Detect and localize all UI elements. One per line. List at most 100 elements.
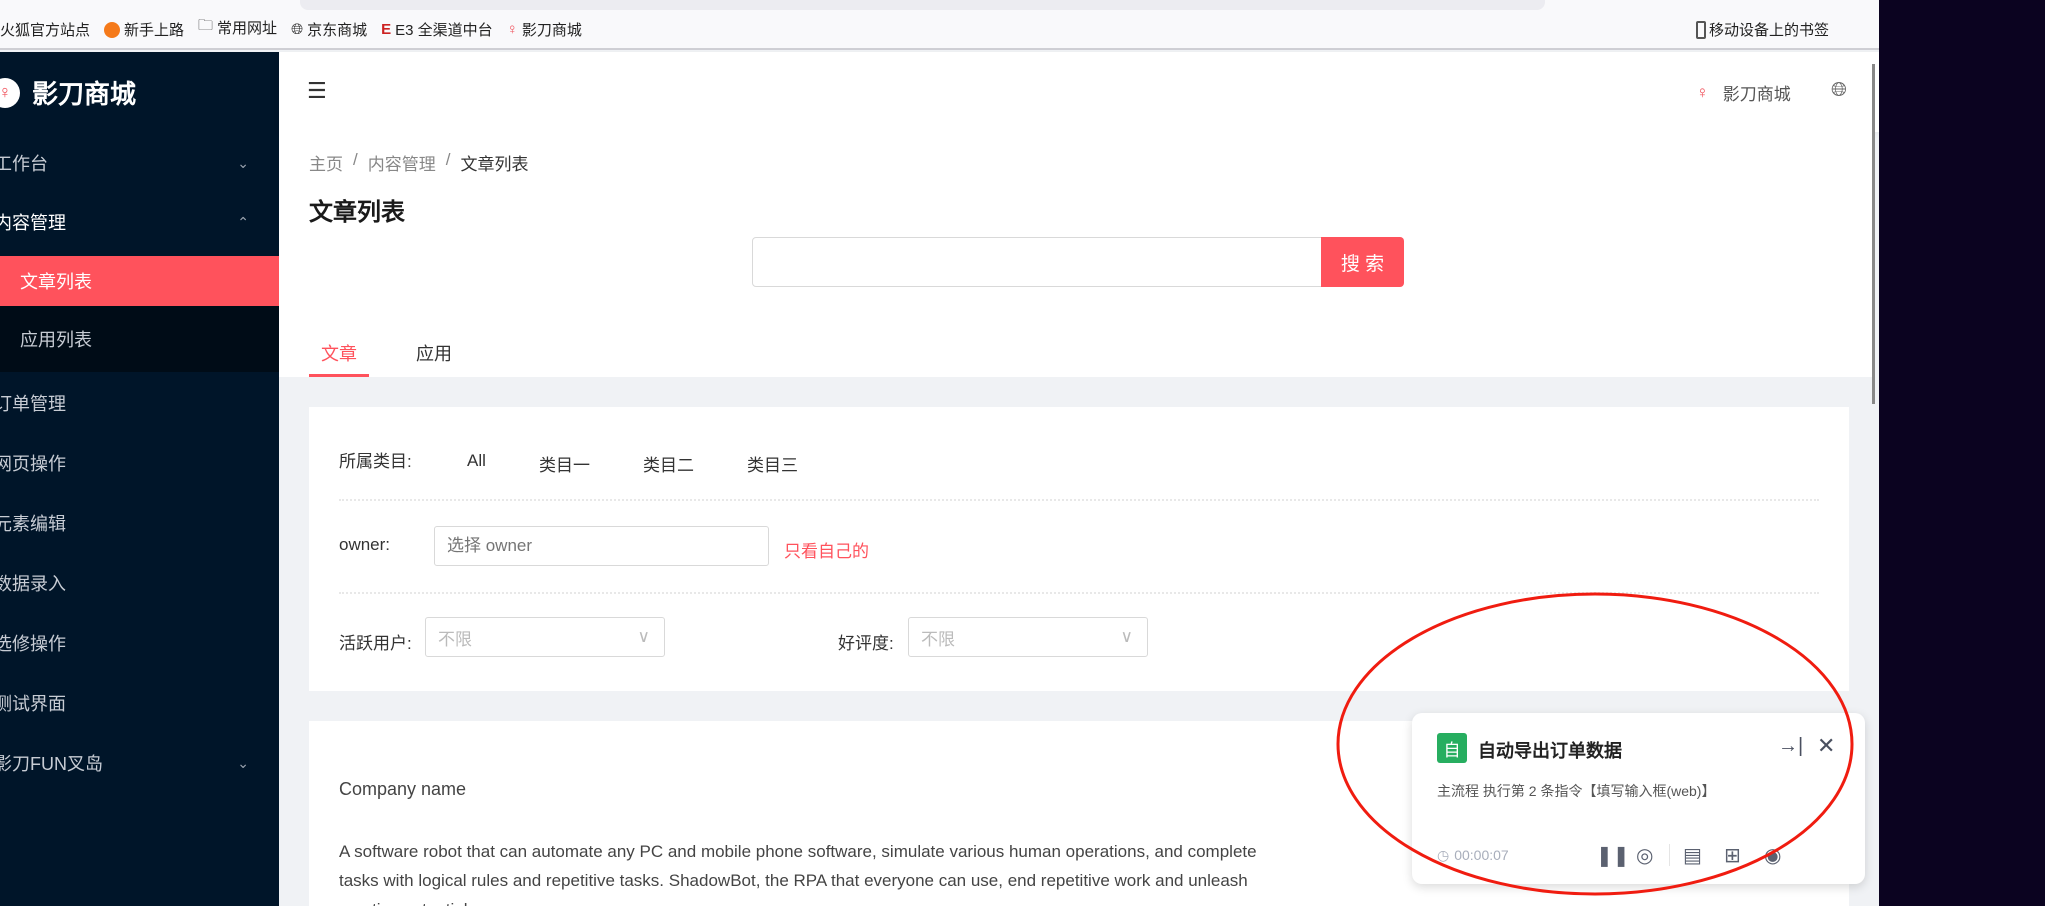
scrollbar[interactable] [1872, 64, 1875, 404]
breadcrumb-content[interactable]: 内容管理 [368, 150, 436, 175]
search-button[interactable]: 搜 索 [1321, 237, 1404, 287]
nav-label: 订单管理 [0, 394, 66, 414]
divider [1669, 844, 1670, 866]
nav-label: 选修操作 [0, 634, 66, 654]
category-label: 所属类目: [339, 452, 412, 471]
sidebar-item-app-list[interactable]: 应用列表 [0, 306, 279, 372]
bookmark[interactable]: ♀ 影刀商城 [507, 19, 582, 40]
nav-label: 文章列表 [20, 272, 92, 292]
page-title: 文章列表 [309, 199, 405, 226]
sidebar: ♀ 影刀商城 工作台 ⌄ 内容管理 ⌃ 文章列表 应用列表 订单管理 网页操作 元素编… [0, 52, 279, 906]
top-header: ☰ ♀ 影刀商城 🌐︎ [279, 52, 1879, 132]
bookmark-label: 新手上路 [124, 22, 185, 39]
page-header: 主页 / 内容管理 / 文章列表 文章列表 搜 索 文章 应用 [279, 132, 1874, 377]
rpa-run-panel: 自 自动导出订单数据 →| ✕ 主流程 执行第 2 条指令【填写输入框(web)… [1412, 713, 1865, 884]
bookmark[interactable]: 新手上路 [104, 19, 184, 40]
rating-select[interactable]: 不限 ∨ [908, 617, 1148, 657]
bookmark-label: E3 全渠道中台 [395, 22, 493, 39]
bookmark-label: 影刀商城 [521, 22, 582, 39]
mobile-bookmarks[interactable]: 移动设备上的书签 [1695, 19, 1829, 40]
header-brand-label: 影刀商城 [1722, 85, 1791, 104]
select-value: 不限 [921, 629, 955, 649]
nav-label: 影刀FUN叉岛 [0, 754, 103, 774]
divider [339, 499, 1819, 501]
globe-icon: 🌐︎ [291, 21, 304, 38]
company-name: Company name [339, 779, 467, 799]
bookmark[interactable]: 🗀 常用网址 [198, 15, 277, 40]
sidebar-item-web-ops[interactable]: 网页操作 [0, 448, 273, 478]
log-icon[interactable]: ▤ [1683, 843, 1702, 868]
category-3[interactable]: 类目三 [747, 451, 798, 476]
nav-label: 数据录入 [0, 574, 66, 594]
article-body: A software robot that can automate any P… [339, 842, 1257, 906]
nav-label: 测试界面 [0, 694, 66, 714]
nav-label: 应用列表 [20, 330, 92, 350]
category-all[interactable]: All [467, 451, 486, 471]
timer: ◷ 00:00:07 [1437, 847, 1509, 864]
brand-logo[interactable]: ♀ 影刀商城 [0, 74, 136, 111]
flow-badge: 自 [1437, 733, 1467, 763]
menu-fold-icon[interactable]: ☰ [307, 78, 327, 104]
chevron-down-icon: ⌄ [237, 154, 249, 171]
sidebar-item-orders[interactable]: 订单管理 [0, 388, 273, 418]
sidebar-item-data-entry[interactable]: 数据录入 [0, 568, 273, 598]
table-icon[interactable]: ⊞ [1724, 843, 1741, 868]
breadcrumb: 主页 / 内容管理 / 文章列表 [309, 150, 529, 175]
active-user-label: 活跃用户: [339, 634, 412, 653]
panel-title: 自动导出订单数据 [1478, 741, 1622, 761]
sidebar-item-fun[interactable]: 影刀FUN叉岛 ⌄ [0, 748, 273, 778]
category-2[interactable]: 类目二 [643, 451, 694, 476]
only-mine-link[interactable]: 只看自己的 [784, 537, 869, 562]
header-brand[interactable]: ♀ 影刀商城 [1696, 80, 1791, 105]
bookmark[interactable]: E E3 全渠道中台 [381, 19, 493, 40]
clock-icon: ◷ [1437, 847, 1450, 863]
sidebar-item-content[interactable]: 内容管理 ⌃ [0, 207, 273, 237]
close-icon[interactable]: ✕ [1817, 733, 1835, 759]
timer-value: 00:00:07 [1454, 847, 1509, 863]
tab-app[interactable]: 应用 [404, 340, 464, 366]
chevron-down-icon: ⌄ [237, 754, 249, 771]
shadowbot-icon: ♀ [1696, 82, 1709, 102]
bookmark[interactable]: 🌐︎ 京东商城 [291, 19, 367, 40]
nav-label: 网页操作 [0, 454, 66, 474]
tab-article[interactable]: 文章 [309, 340, 369, 377]
active-user-select[interactable]: 不限 ∨ [425, 617, 665, 657]
owner-label: owner: [339, 535, 391, 554]
dock-right-icon[interactable]: →| [1778, 735, 1803, 758]
stop-icon[interactable]: ◎ [1636, 843, 1653, 868]
firefox-icon [104, 21, 121, 38]
phone-icon [1695, 20, 1706, 39]
select-value: 不限 [438, 629, 472, 649]
url-bar[interactable] [300, 0, 1545, 10]
sidebar-item-article-list[interactable]: 文章列表 [0, 256, 279, 306]
pause-icon[interactable]: ❚❚ [1596, 843, 1630, 868]
bookmark-label: 京东商城 [307, 22, 368, 39]
mobile-bookmarks-label: 移动设备上的书签 [1708, 22, 1829, 39]
shadowbot-logo-icon: ♀ [0, 77, 20, 108]
sidebar-item-test[interactable]: 测试界面 [0, 688, 273, 718]
sidebar-item-element-edit[interactable]: 元素编辑 [0, 508, 273, 538]
chevron-down-icon: ∨ [1120, 627, 1133, 646]
rating-label: 好评度: [838, 634, 894, 653]
e3-icon: E [381, 21, 392, 38]
language-globe-icon[interactable]: 🌐︎ [1831, 79, 1847, 102]
browser-window: 火狐官方站点 新手上路 🗀 常用网址 🌐︎ 京东商城 E E3 全渠道中台 ♀ 影刀商城… [0, 0, 1879, 906]
nav-label: 元素编辑 [0, 514, 66, 534]
category-1[interactable]: 类目一 [539, 451, 590, 476]
shadowbot-icon: ♀ [506, 21, 518, 38]
bookmark-label: 火狐官方站点 [0, 22, 91, 39]
chevron-down-icon: ∨ [637, 627, 650, 646]
folder-icon: 🗀 [198, 17, 214, 34]
sidebar-item-elective[interactable]: 选修操作 [0, 628, 273, 658]
chevron-up-icon: ⌃ [237, 213, 249, 230]
panel-status: 主流程 执行第 2 条指令【填写输入框(web)】 [1437, 783, 1716, 799]
bookmark[interactable]: 火狐官方站点 [0, 19, 90, 40]
search-input[interactable] [752, 237, 1322, 287]
breadcrumb-home[interactable]: 主页 [309, 150, 343, 175]
nav-label: 工作台 [0, 154, 48, 174]
sidebar-item-workbench[interactable]: 工作台 ⌄ [0, 148, 273, 178]
owner-select[interactable] [434, 526, 769, 566]
chrome-icon[interactable]: ◉ [1764, 843, 1781, 868]
nav-label: 内容管理 [0, 213, 66, 233]
filter-card: 所属类目: All 类目一 类目二 类目三 owner: 只看自己的 活跃用户:… [309, 407, 1849, 691]
